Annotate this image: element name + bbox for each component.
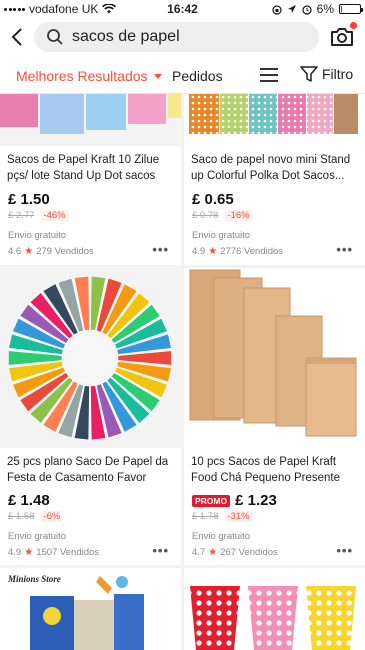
more-options-button[interactable]: ••• <box>336 242 353 257</box>
rating-value: 4.7 <box>192 547 206 558</box>
sort-filter-bar: Melhores Resultados Pedidos Filtro <box>0 56 365 94</box>
battery-icon <box>339 4 363 14</box>
product-card[interactable]: 10 pcs Sacos de Papel Kraft Food Chá Peq… <box>184 268 365 565</box>
product-card[interactable]: Minions Store <box>0 568 181 650</box>
sort-orders[interactable]: Pedidos <box>172 68 223 84</box>
sold-count: 267 Vendidos <box>220 547 278 558</box>
product-title: Sacos de Papel Kraft 10 Zilue pçs/ lote … <box>7 154 160 182</box>
funnel-icon <box>300 66 318 82</box>
location-icon <box>287 5 296 13</box>
rating-value: 4.9 <box>8 547 22 558</box>
product-image <box>184 268 365 448</box>
battery-percent: 6% <box>316 2 334 16</box>
product-image <box>0 94 181 146</box>
more-options-button[interactable]: ••• <box>152 242 169 257</box>
product-grid: Sacos de Papel Kraft 10 Zilue pçs/ lote … <box>0 94 365 650</box>
discount-badge: -6% <box>41 511 63 522</box>
product-image <box>184 568 365 650</box>
product-card[interactable] <box>184 568 365 650</box>
original-price: £ 1.78 <box>192 511 219 522</box>
search-header <box>0 18 365 56</box>
product-title: Saco de papel novo mini Stand up Colorfu… <box>191 154 351 182</box>
sort-best-results[interactable]: Melhores Resultados <box>16 68 162 84</box>
alarm-icon <box>302 4 312 15</box>
product-image: Minions Store <box>0 568 181 650</box>
product-price: £ 0.65 <box>192 191 234 208</box>
product-price: £ 1.50 <box>8 191 50 208</box>
shipping-info: Envio gratuito <box>192 230 251 241</box>
product-image <box>0 268 181 448</box>
price-value: £ 1.48 <box>8 492 50 509</box>
product-card[interactable]: Sacos de Papel Kraft 10 Zilue pçs/ lote … <box>0 94 181 265</box>
search-input[interactable] <box>72 28 312 46</box>
rating-value: 4.6 <box>8 246 22 257</box>
original-price: £ 2.77 <box>8 210 35 221</box>
filter-button[interactable]: Filtro <box>300 66 353 82</box>
list-view-icon[interactable] <box>260 67 278 83</box>
caret-down-icon <box>153 73 162 79</box>
more-options-button[interactable]: ••• <box>152 543 169 558</box>
status-bar: vodafone UK 16:42 6% <box>0 0 365 18</box>
camera-search-button[interactable] <box>329 22 357 50</box>
product-price: PROMO £ 1.23 <box>192 492 277 509</box>
star-icon: ★ <box>208 547 218 558</box>
rating-value: 4.9 <box>192 246 206 257</box>
filter-label: Filtro <box>322 66 354 82</box>
price-value: £ 1.23 <box>235 492 277 509</box>
sold-count: 279 Vendidos <box>36 246 94 257</box>
star-icon: ★ <box>24 547 34 558</box>
notification-dot <box>350 22 357 29</box>
price-value: £ 0.65 <box>192 191 234 208</box>
discount-badge: -46% <box>41 210 68 221</box>
product-image <box>184 94 365 146</box>
lock-rotation-icon <box>272 4 282 15</box>
store-watermark: Minions Store <box>7 574 61 584</box>
product-title: 10 pcs Sacos de Papel Kraft Food Chá Peq… <box>191 456 340 484</box>
original-price: £ 1.58 <box>8 511 35 522</box>
star-icon: ★ <box>24 246 34 257</box>
search-box[interactable] <box>34 22 319 52</box>
promo-badge: PROMO <box>192 494 231 507</box>
search-icon <box>47 29 63 45</box>
product-price: £ 1.48 <box>8 492 50 509</box>
shipping-info: Envio gratuito <box>192 531 251 542</box>
shipping-info: Envio gratuito <box>8 531 67 542</box>
star-icon: ★ <box>208 246 218 257</box>
discount-badge: -31% <box>225 511 252 522</box>
price-value: £ 1.50 <box>8 191 50 208</box>
sort-best-results-label: Melhores Resultados <box>16 68 148 84</box>
shipping-info: Envio gratuito <box>8 230 67 241</box>
product-card[interactable]: 25 pcs plano Saco De Papel da Festa de C… <box>0 268 181 565</box>
product-card[interactable]: Saco de papel novo mini Stand up Colorfu… <box>184 94 365 265</box>
sold-count: 1507 Vendidos <box>36 547 100 558</box>
product-title: 25 pcs plano Saco De Papel da Festa de C… <box>7 456 169 484</box>
original-price: £ 0.78 <box>192 210 219 221</box>
more-options-button[interactable]: ••• <box>336 543 353 558</box>
back-arrow-icon <box>11 28 22 46</box>
discount-badge: -16% <box>225 210 252 221</box>
sold-count: 2776 Vendidos <box>220 246 284 257</box>
back-button[interactable] <box>6 25 28 49</box>
